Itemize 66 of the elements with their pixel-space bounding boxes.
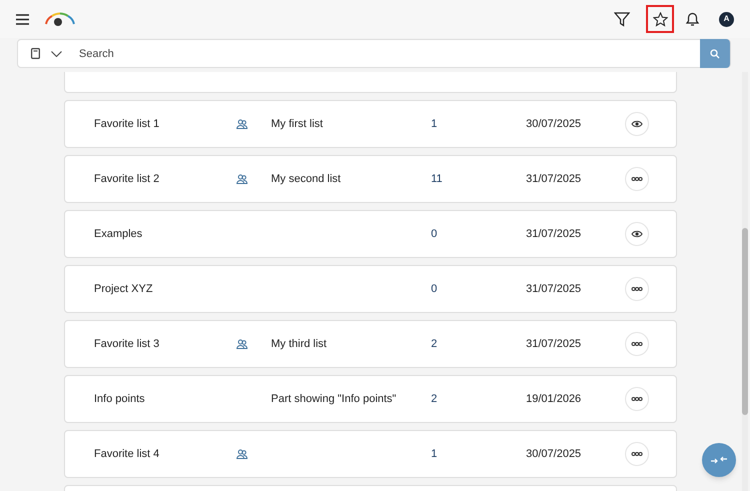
list-description: My first list: [271, 118, 323, 130]
filter-icon[interactable]: [614, 11, 630, 27]
chevron-down-icon[interactable]: [51, 50, 62, 56]
arrows-inward-icon: [711, 455, 727, 465]
list-card[interactable]: Favorite list 1 My first list 1 30/07/2025: [64, 100, 677, 148]
item-count: 2: [431, 392, 438, 405]
list-date: 31/07/2025: [526, 338, 582, 350]
list-date: 31/07/2025: [526, 282, 582, 295]
view-button[interactable]: [625, 222, 649, 246]
list-date: 30/07/2025: [526, 448, 582, 460]
bell-icon[interactable]: [685, 11, 700, 27]
people-icon: [236, 174, 248, 184]
list-card[interactable]: Favorite list 3 My third list 2 31/07/2025: [64, 320, 677, 368]
user-avatar[interactable]: A: [719, 12, 734, 26]
search-input[interactable]: Search: [79, 40, 700, 67]
item-count: 0: [431, 228, 438, 240]
list-description: Part showing "Info points": [271, 392, 396, 405]
list-card[interactable]: Favorite list 4 1 30/07/2025: [64, 430, 677, 478]
item-count: 1: [431, 118, 438, 130]
favorites-button[interactable]: [646, 5, 674, 33]
more-button[interactable]: [625, 332, 649, 356]
item-count: 2: [431, 338, 438, 350]
list-description: My second list: [271, 172, 341, 185]
people-icon: [236, 339, 248, 349]
list-date: 31/07/2025: [526, 228, 582, 240]
list-card[interactable]: Favorite list 2 My second list 11 31/07/2025: [64, 155, 677, 203]
list-card[interactable]: Project XYZ 0 31/07/2025: [64, 265, 677, 313]
list-name: Project XYZ: [94, 282, 153, 295]
menu-icon[interactable]: [16, 14, 29, 24]
collapse-button[interactable]: [702, 443, 736, 477]
scrollbar-thumb[interactable]: [742, 228, 748, 415]
people-icon: [236, 119, 248, 129]
list-name: Favorite list 4: [94, 448, 160, 460]
view-button[interactable]: [625, 112, 649, 136]
more-icon: [631, 284, 643, 294]
more-button[interactable]: [625, 387, 649, 411]
more-button[interactable]: [625, 277, 649, 301]
list-card[interactable]: Info points Part showing "Info points" 2 19/01/2026: [64, 375, 677, 423]
people-icon: [236, 449, 248, 459]
more-button[interactable]: [625, 442, 649, 466]
list-date: 30/07/2025: [526, 118, 582, 130]
list-name: Examples: [94, 228, 142, 240]
search-icon: [710, 48, 720, 58]
more-button[interactable]: [625, 167, 649, 191]
eye-icon: [631, 119, 643, 129]
item-count: 1: [431, 448, 438, 460]
list-name: Favorite list 2: [94, 172, 160, 185]
list-date: 31/07/2025: [526, 172, 582, 185]
list-name: Info points: [94, 392, 145, 405]
more-icon: [631, 449, 643, 459]
search-field[interactable]: Search: [17, 39, 731, 68]
list-card[interactable]: Examples 0 31/07/2025: [64, 210, 677, 258]
more-icon: [631, 394, 643, 404]
list-description: My third list: [271, 338, 327, 350]
list-name: Favorite list 1: [94, 118, 160, 130]
more-icon: [631, 174, 643, 184]
item-count: 11: [431, 172, 442, 185]
gauge-logo-icon: [44, 12, 76, 26]
search-button[interactable]: [700, 39, 730, 68]
eye-icon: [631, 229, 643, 239]
list-name: Favorite list 3: [94, 338, 160, 350]
star-icon: [652, 12, 668, 26]
list-date: 19/01/2026: [526, 392, 582, 405]
book-icon[interactable]: [31, 48, 40, 59]
item-count: 0: [431, 282, 438, 295]
more-icon: [631, 339, 643, 349]
